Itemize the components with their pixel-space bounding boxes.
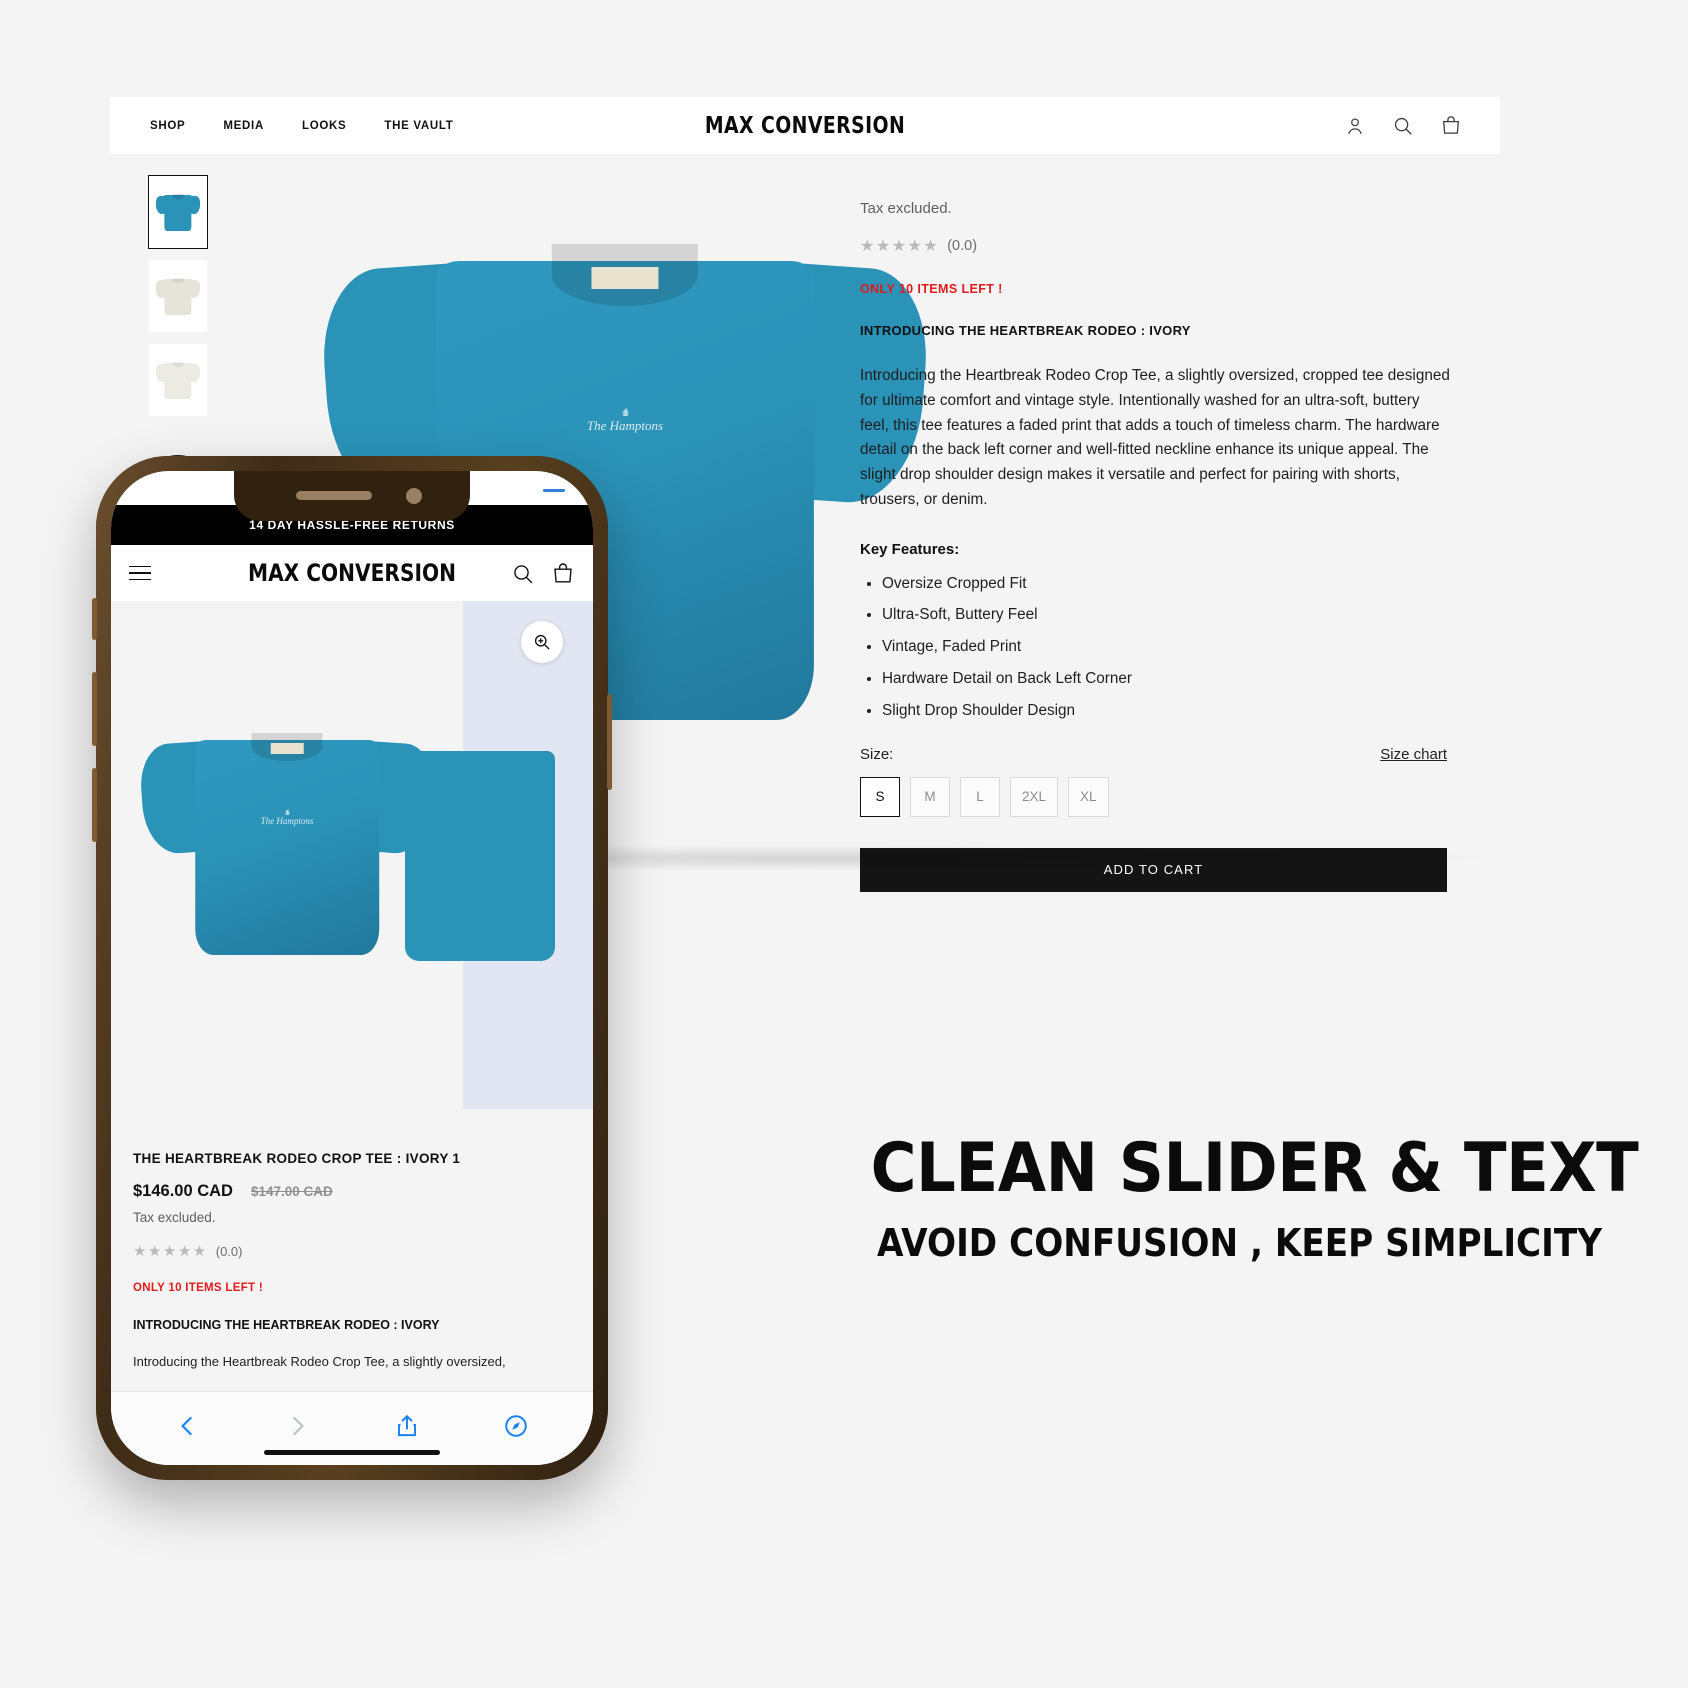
mobile-product-info: THE HEARTBREAK RODEO CROP TEE : IVORY 1 … — [111, 1109, 593, 1395]
account-icon[interactable] — [1344, 115, 1366, 137]
size-option-s[interactable]: S — [860, 776, 900, 817]
chevron-left-icon[interactable] — [175, 1413, 201, 1444]
mobile-price-row: $146.00 CAD $147.00 CAD — [133, 1182, 571, 1201]
product-details-panel: Tax excluded. ★★★★★ (0.0) ONLY 10 ITEMS … — [860, 154, 1460, 892]
site-header: SHOP MEDIA LOOKS THE VAULT MAX CONVERSIO… — [110, 97, 1500, 154]
cart-icon[interactable] — [1440, 115, 1462, 137]
front-camera — [406, 488, 422, 504]
hamburger-menu-icon[interactable] — [129, 561, 151, 586]
key-features-title: Key Features: — [860, 540, 960, 558]
gallery-thumbnail[interactable] — [149, 260, 207, 332]
star-rating-icon: ★★★★★ — [133, 1243, 208, 1260]
size-selector-header: Size: Size chart — [860, 746, 1447, 763]
product-description: Introducing the Heartbreak Rodeo Crop Te… — [860, 367, 1450, 508]
compass-icon[interactable] — [503, 1413, 529, 1444]
chevron-right-icon[interactable] — [284, 1413, 310, 1444]
gallery-thumbnail[interactable] — [148, 175, 208, 249]
mobile-product-gallery[interactable]: ♞ The Hamptons — [111, 601, 593, 1109]
home-indicator — [264, 1450, 440, 1455]
phone-power-button[interactable] — [607, 694, 612, 790]
cart-icon[interactable] — [551, 562, 573, 584]
product-subheading: INTRODUCING THE HEARTBREAK RODEO : IVORY — [860, 323, 1191, 338]
mobile-site-logo[interactable]: MAX CONVERSION — [248, 559, 456, 587]
neck-tag — [270, 743, 304, 754]
size-option-xl[interactable]: XL — [1068, 776, 1109, 817]
search-icon[interactable] — [511, 562, 533, 584]
gallery-thumbnail[interactable] — [149, 344, 207, 416]
nav-item-media[interactable]: MEDIA — [223, 120, 264, 132]
rating-value: (0.0) — [947, 238, 978, 254]
neck-tag — [591, 266, 659, 290]
nav-item-looks[interactable]: LOOKS — [302, 120, 346, 132]
earpiece-speaker — [296, 491, 372, 500]
primary-navigation: SHOP MEDIA LOOKS THE VAULT — [150, 120, 453, 132]
size-options: S M L 2XL XL — [860, 776, 1460, 817]
phone-volume-up-button[interactable] — [92, 672, 97, 746]
page-root: SHOP MEDIA LOOKS THE VAULT MAX CONVERSIO… — [0, 0, 1688, 1688]
stock-warning-badge: ONLY 10 ITEMS LEFT ! — [860, 282, 1003, 296]
mobile-product-subheading: INTRODUCING THE HEARTBREAK RODEO : IVORY — [133, 1318, 440, 1332]
size-option-l[interactable]: L — [960, 776, 1000, 817]
size-option-2xl[interactable]: 2XL — [1010, 776, 1059, 817]
headline-sub: AVOID CONFUSION , KEEP SIMPLICITY — [877, 1221, 1602, 1265]
nav-item-shop[interactable]: SHOP — [150, 120, 185, 132]
size-chart-link[interactable]: Size chart — [1380, 746, 1447, 763]
zoom-in-icon[interactable] — [521, 621, 563, 663]
mobile-rating-value: (0.0) — [215, 1243, 243, 1259]
mobile-header-actions — [511, 562, 573, 584]
phone-mute-switch[interactable] — [92, 598, 97, 640]
mobile-tax-note: Tax excluded. — [133, 1210, 216, 1225]
header-actions — [1344, 115, 1462, 137]
mobile-compare-at-price: $147.00 CAD — [250, 1184, 333, 1199]
mobile-product-description: Introducing the Heartbreak Rodeo Crop Te… — [133, 1354, 506, 1369]
marketing-headline-block: CLEAN SLIDER & TEXT AVOID CONFUSION , KE… — [845, 1129, 1639, 1266]
size-label: Size: — [860, 745, 894, 763]
nav-item-the-vault[interactable]: THE VAULT — [384, 120, 453, 132]
headline-main: CLEAN SLIDER & TEXT — [870, 1129, 1639, 1208]
feature-item: Oversize Cropped Fit — [882, 575, 1460, 593]
rating-row: ★★★★★ (0.0) — [860, 236, 1460, 256]
feature-item: Hardware Detail on Back Left Corner — [882, 670, 1460, 688]
key-features-list: Oversize Cropped Fit Ultra-Soft, Buttery… — [860, 575, 1460, 720]
tax-note: Tax excluded. — [860, 200, 952, 216]
phone-notch — [234, 471, 470, 521]
share-icon[interactable] — [394, 1413, 420, 1444]
search-icon[interactable] — [1392, 115, 1414, 137]
chest-print: ♞ The Hamptons — [260, 807, 314, 827]
star-rating-icon: ★★★★★ — [860, 238, 940, 255]
feature-item: Slight Drop Shoulder Design — [882, 702, 1460, 720]
status-bar-time — [139, 487, 181, 499]
size-option-m[interactable]: M — [910, 776, 950, 817]
phone-screen: 14 DAY HASSLE-FREE RETURNS MAX CONVERSIO… — [111, 471, 593, 1465]
phone-mockup: 14 DAY HASSLE-FREE RETURNS MAX CONVERSIO… — [92, 456, 612, 1480]
chest-print: ♞ The Hamptons — [586, 406, 664, 433]
feature-item: Ultra-Soft, Buttery Feel — [882, 607, 1460, 624]
mobile-current-price: $146.00 CAD — [133, 1182, 233, 1200]
mobile-product-title: THE HEARTBREAK RODEO CROP TEE : IVORY 1 — [133, 1151, 461, 1166]
site-logo[interactable]: MAX CONVERSION — [705, 113, 905, 139]
phone-volume-down-button[interactable] — [92, 768, 97, 842]
status-bar-indicators — [511, 487, 567, 499]
gallery-slide-next[interactable] — [405, 601, 593, 1109]
mobile-stock-warning-badge: ONLY 10 ITEMS LEFT ! — [133, 1282, 263, 1294]
mobile-rating-row: ★★★★★ (0.0) — [133, 1242, 571, 1260]
feature-item: Vintage, Faded Print — [882, 638, 1460, 656]
mobile-site-header: MAX CONVERSION — [111, 545, 593, 601]
